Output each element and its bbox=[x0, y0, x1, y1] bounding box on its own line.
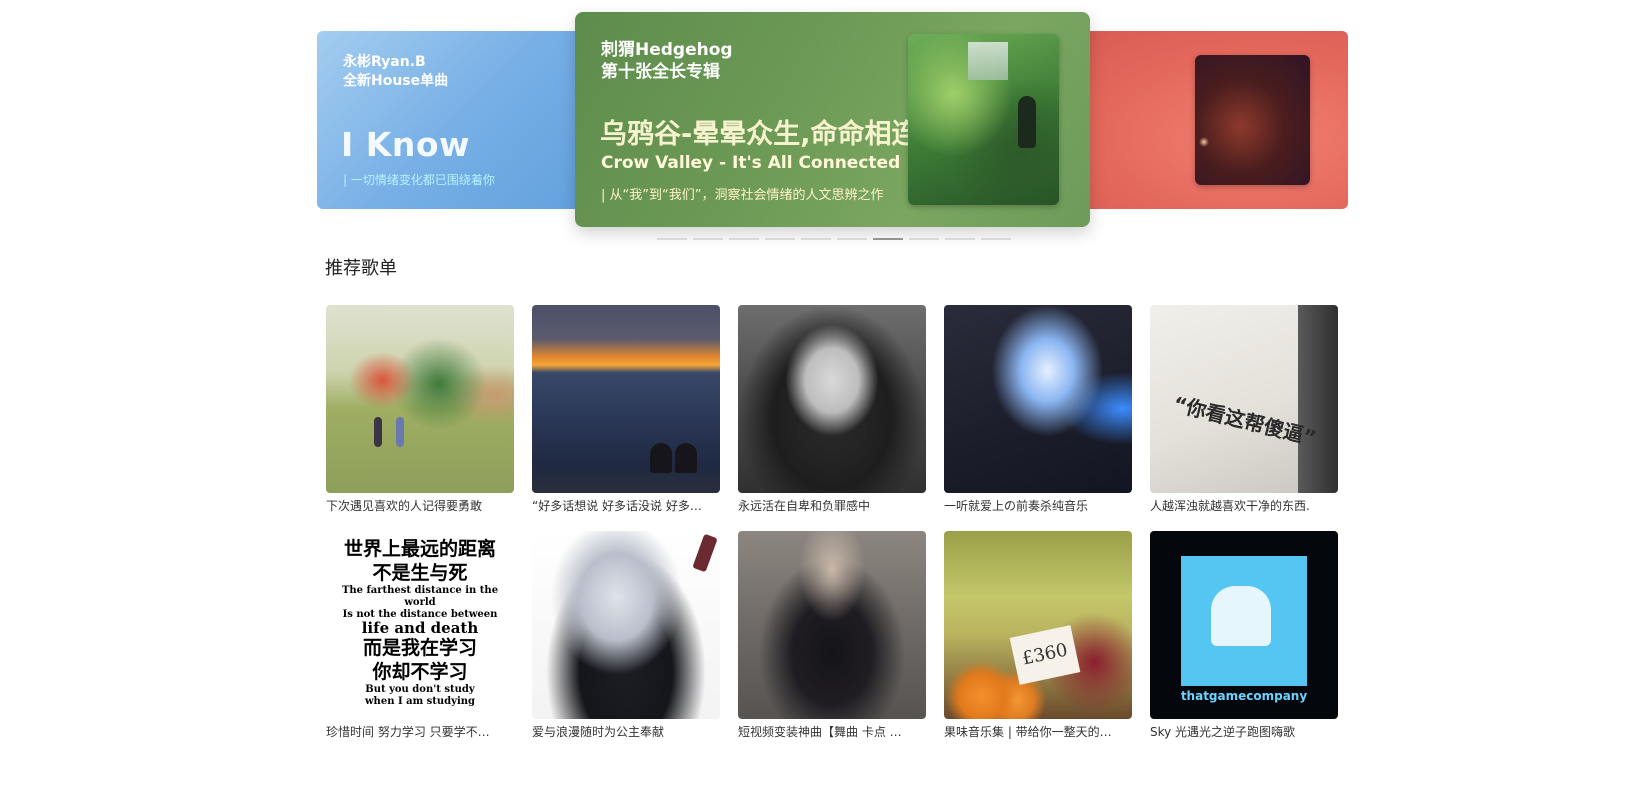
cover-text: But you don't study bbox=[365, 684, 475, 695]
section-title-recommended-playlists: 推荐歌单 bbox=[325, 258, 397, 279]
cover-text: life and death bbox=[361, 619, 479, 637]
playlist-card[interactable]: 短视频变装神曲【舞曲 卡点 … bbox=[738, 531, 926, 757]
carousel-dot[interactable] bbox=[945, 238, 975, 240]
playlist-title[interactable]: Sky 光遇光之逆子跑图嗨歌 bbox=[1150, 723, 1338, 740]
playlist-title[interactable]: 短视频变装神曲【舞曲 卡点 … bbox=[738, 723, 926, 740]
carousel-dot[interactable] bbox=[873, 238, 903, 240]
playlist-title[interactable]: 珍惜时间 努力学习 只要学不… bbox=[326, 723, 514, 740]
cover-text: 不是生与死 bbox=[372, 562, 468, 584]
playlist-cover[interactable]: £360 bbox=[944, 531, 1132, 719]
music-home-page: 永彬Ryan.B 全新House单曲 I Know | 一切情绪变化都已围绕着你… bbox=[0, 0, 1632, 790]
banner-slide-current[interactable]: 刺猬Hedgehog 第十张全长专辑 乌鸦谷-晕晕众生,命命相连 Crow Va… bbox=[575, 12, 1090, 227]
cover-text: when I am studying bbox=[364, 696, 476, 707]
banner-title: 乌鸦谷-晕晕众生,命命相连 bbox=[600, 119, 919, 150]
cover-text: 而是我在学习 bbox=[362, 637, 477, 659]
banner-title: I Know bbox=[341, 125, 470, 164]
carousel-indicators bbox=[657, 238, 1011, 241]
playlist-card[interactable]: 永远活在自卑和负罪感中 bbox=[738, 305, 926, 531]
playlist-card[interactable]: “好多话想说 好多话没说 好多… bbox=[532, 305, 720, 531]
playlist-card[interactable]: 下次遇见喜欢的人记得要勇敢 bbox=[326, 305, 514, 531]
playlist-cover[interactable]: 世界上最远的距离 不是生与死 The farthest distance in … bbox=[326, 531, 514, 719]
playlist-title[interactable]: 果味音乐集 | 带给你一整天的… bbox=[944, 723, 1132, 740]
playlist-cover[interactable] bbox=[738, 305, 926, 493]
playlist-card[interactable]: 世界上最远的距离 不是生与死 The farthest distance in … bbox=[326, 531, 514, 757]
banner-release-type: 全新House单曲 bbox=[343, 73, 449, 89]
banner-artist-name: 刺猬Hedgehog bbox=[601, 40, 733, 60]
playlist-title[interactable]: 永远活在自卑和负罪感中 bbox=[738, 497, 926, 514]
banner-carousel: 永彬Ryan.B 全新House单曲 I Know | 一切情绪变化都已围绕着你… bbox=[0, 0, 1632, 250]
playlist-title[interactable]: 人越浑浊就越喜欢干净的东西. bbox=[1150, 497, 1338, 514]
playlist-grid: 下次遇见喜欢的人记得要勇敢 “好多话想说 好多话没说 好多… 永远活在自卑和负罪… bbox=[326, 305, 1341, 757]
playlist-cover[interactable] bbox=[944, 305, 1132, 493]
cover-text: thatgamecompany bbox=[1180, 689, 1308, 703]
playlist-cover[interactable]: “你看这帮傻逼” bbox=[1150, 305, 1338, 493]
banner-release-type: 第十张全长专辑 bbox=[601, 62, 720, 82]
banner-tagline: | 一切情绪变化都已围绕着你 bbox=[343, 173, 495, 187]
playlist-title[interactable]: 下次遇见喜欢的人记得要勇敢 bbox=[326, 497, 514, 514]
playlist-card[interactable]: £360 果味音乐集 | 带给你一整天的… bbox=[944, 531, 1132, 757]
carousel-dot[interactable] bbox=[837, 238, 867, 240]
carousel-dot[interactable] bbox=[765, 238, 795, 240]
playlist-card[interactable]: 一听就爱上の前奏杀纯音乐 bbox=[944, 305, 1132, 531]
playlist-cover[interactable] bbox=[326, 305, 514, 493]
cover-text: £360 bbox=[1009, 625, 1081, 685]
playlist-card[interactable]: thatgamecompany Sky 光遇光之逆子跑图嗨歌 bbox=[1150, 531, 1338, 757]
banner-artist: 永彬Ryan.B 全新House单曲 bbox=[343, 53, 448, 91]
cover-text: 你却不学习 bbox=[372, 661, 468, 683]
playlist-card[interactable]: 爱与浪漫随时为公主奉献 bbox=[532, 531, 720, 757]
cover-text: 世界上最远的距离 bbox=[343, 538, 496, 560]
banner-artist-name: 永彬Ryan.B bbox=[343, 54, 426, 70]
banner-subtitle: Crow Valley - It's All Connected bbox=[601, 153, 901, 173]
carousel-dot[interactable] bbox=[693, 238, 723, 240]
carousel-dot[interactable] bbox=[909, 238, 939, 240]
cover-text: The farthest distance in the world bbox=[341, 585, 499, 608]
playlist-card[interactable]: “你看这帮傻逼” 人越浑浊就越喜欢干净的东西. bbox=[1150, 305, 1338, 531]
carousel-dot[interactable] bbox=[729, 238, 759, 240]
playlist-title[interactable]: “好多话想说 好多话没说 好多… bbox=[532, 497, 720, 514]
banner-tagline: | 从“我”到“我们”，洞察社会情绪的人文思辨之作 bbox=[601, 188, 884, 203]
playlist-cover[interactable] bbox=[532, 531, 720, 719]
banner-artist: 刺猬Hedgehog 第十张全长专辑 bbox=[601, 39, 733, 83]
playlist-cover[interactable]: thatgamecompany bbox=[1150, 531, 1338, 719]
playlist-title[interactable]: 一听就爱上の前奏杀纯音乐 bbox=[944, 497, 1132, 514]
playlist-cover[interactable] bbox=[738, 531, 926, 719]
banner-slide-next[interactable] bbox=[1050, 31, 1348, 209]
banner-album-art bbox=[908, 34, 1059, 205]
carousel-dot[interactable] bbox=[657, 238, 687, 240]
carousel-dot[interactable] bbox=[981, 238, 1011, 240]
banner-album-art bbox=[1195, 55, 1310, 185]
playlist-cover[interactable] bbox=[532, 305, 720, 493]
carousel-dot[interactable] bbox=[801, 238, 831, 240]
playlist-title[interactable]: 爱与浪漫随时为公主奉献 bbox=[532, 723, 720, 740]
